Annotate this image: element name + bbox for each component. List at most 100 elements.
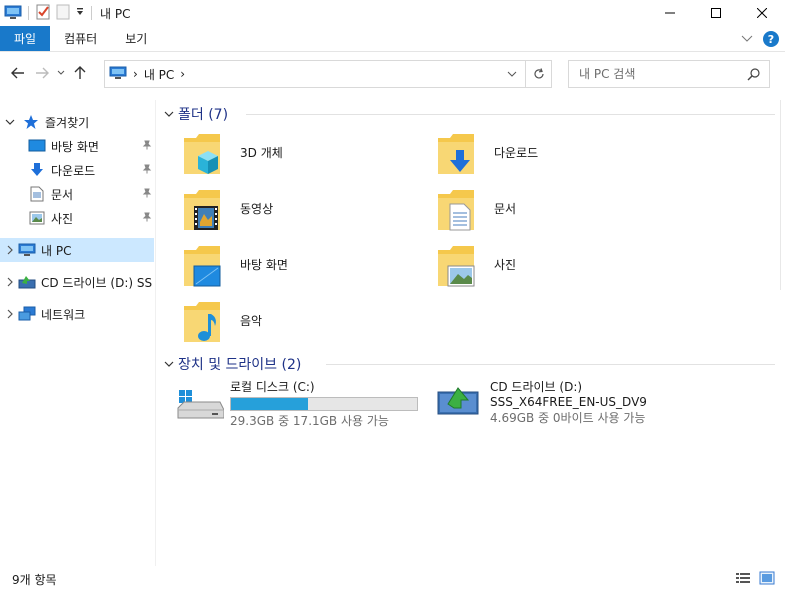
- sidebar-item-network[interactable]: 네트워크: [0, 302, 156, 326]
- back-button[interactable]: [6, 61, 30, 85]
- expand-chevron-icon[interactable]: [2, 277, 18, 287]
- search-box[interactable]: [568, 60, 770, 88]
- downloads-folder-icon: [436, 132, 488, 180]
- pin-icon[interactable]: [142, 187, 152, 201]
- content-pane: 폴더 (7) 3D 개체 다운로드 동영상 문서 바탕 화면 사진 음악 장치 …: [160, 100, 785, 566]
- folder-item[interactable]: 음악: [182, 300, 422, 350]
- folder-item[interactable]: 문서: [436, 188, 676, 238]
- close-icon: [757, 8, 767, 18]
- sidebar-item-documents[interactable]: 문서: [0, 182, 156, 206]
- navigation-bar: › 내 PC ›: [0, 52, 785, 94]
- folder-label: 문서: [494, 202, 517, 216]
- folder-item[interactable]: 사진: [436, 244, 676, 294]
- address-history-button[interactable]: [501, 61, 523, 87]
- chevron-down-icon: [507, 71, 517, 77]
- sidebar-item-downloads[interactable]: 다운로드: [0, 158, 156, 182]
- pin-icon[interactable]: [142, 139, 152, 153]
- folder-item[interactable]: 다운로드: [436, 132, 676, 182]
- cd-drive-icon: [436, 380, 486, 428]
- sidebar-item-label: 내 PC: [41, 243, 72, 258]
- address-bar[interactable]: › 내 PC ›: [104, 60, 552, 88]
- drive-free-space: 29.3GB 중 17.1GB 사용 가능: [230, 414, 389, 428]
- sidebar-item-quick-access[interactable]: 즐겨찾기: [0, 110, 156, 134]
- folder-label: 사진: [494, 258, 517, 272]
- videos-folder-icon: [182, 188, 234, 236]
- drive-item-cd[interactable]: CD 드라이브 (D:) SSS_X64FREE_EN-US_DV9 4.69G…: [436, 380, 736, 434]
- title-bar: 내 PC: [0, 0, 785, 26]
- recent-locations-button[interactable]: [54, 61, 68, 85]
- drive-volume-label: SSS_X64FREE_EN-US_DV9: [490, 395, 647, 409]
- toolbar-divider: [28, 6, 29, 20]
- group-divider: [326, 364, 775, 365]
- network-icon: [18, 306, 36, 322]
- scrollbar-track[interactable]: [780, 100, 785, 290]
- properties-icon[interactable]: [35, 4, 51, 23]
- breadcrumb-separator[interactable]: ›: [180, 67, 185, 81]
- folder-item[interactable]: 3D 개체: [182, 132, 422, 182]
- folder-label: 다운로드: [494, 146, 539, 160]
- details-view-icon: [736, 573, 750, 583]
- tab-file[interactable]: 파일: [0, 26, 51, 51]
- item-count: 9개 항목: [12, 572, 57, 587]
- expand-ribbon-chevron-icon[interactable]: [741, 32, 753, 46]
- forward-button[interactable]: [30, 61, 54, 85]
- breadcrumb-separator[interactable]: ›: [133, 67, 138, 81]
- details-view-button[interactable]: [735, 571, 751, 588]
- breadcrumb-this-pc[interactable]: 내 PC: [144, 66, 174, 83]
- sidebar-item-label: 바탕 화면: [51, 139, 99, 154]
- drive-label: CD 드라이브 (D:): [490, 380, 583, 394]
- sidebar-item-desktop[interactable]: 바탕 화면: [0, 134, 156, 158]
- sidebar-item-pictures[interactable]: 사진: [0, 206, 156, 230]
- large-icons-view-icon: [759, 571, 775, 585]
- drives-group-header[interactable]: 장치 및 드라이브 (2): [160, 352, 775, 376]
- up-button[interactable]: [68, 61, 92, 85]
- maximize-icon: [711, 8, 721, 18]
- collapse-chevron-icon[interactable]: [160, 110, 178, 118]
- sidebar-item-cd-drive[interactable]: CD 드라이브 (D:) SS: [0, 270, 156, 294]
- desktop-folder-icon: [182, 244, 234, 292]
- group-divider: [246, 114, 775, 115]
- chevron-down-icon: [57, 70, 65, 75]
- help-button[interactable]: ?: [763, 31, 779, 47]
- large-icons-view-button[interactable]: [759, 571, 775, 588]
- window-title: 내 PC: [100, 6, 131, 21]
- folders-group-title: 폴더 (7): [178, 107, 229, 123]
- refresh-button[interactable]: [525, 61, 551, 87]
- customize-toolbar-chevron-icon[interactable]: [75, 6, 85, 20]
- search-input[interactable]: [579, 67, 739, 81]
- this-pc-icon: [18, 242, 36, 258]
- drive-label: 로컬 디스크 (C:): [230, 380, 315, 394]
- pin-icon[interactable]: [142, 211, 152, 225]
- expand-chevron-icon[interactable]: [2, 245, 18, 255]
- tab-view[interactable]: 보기: [111, 26, 161, 51]
- documents-folder-icon: [436, 188, 488, 236]
- folders-group-header[interactable]: 폴더 (7): [160, 102, 775, 126]
- drive-item-local-disk[interactable]: 로컬 디스크 (C:) 29.3GB 중 17.1GB 사용 가능: [176, 380, 426, 434]
- drive-free-space: 4.69GB 중 0바이트 사용 가능: [490, 411, 646, 425]
- up-arrow-icon: [74, 66, 86, 79]
- sidebar-item-this-pc[interactable]: 내 PC: [0, 238, 154, 262]
- search-icon[interactable]: [747, 67, 761, 84]
- pin-icon[interactable]: [142, 163, 152, 177]
- folder-item[interactable]: 바탕 화면: [182, 244, 422, 294]
- collapse-chevron-icon[interactable]: [160, 360, 178, 368]
- folder-item[interactable]: 동영상: [182, 188, 422, 238]
- ribbon-tabs: 파일 컴퓨터 보기 ?: [0, 26, 785, 52]
- this-pc-icon[interactable]: [4, 4, 22, 23]
- expand-chevron-icon[interactable]: [2, 309, 18, 319]
- navigation-pane: 즐겨찾기 바탕 화면 다운로드 문서 사진 내 PC CD 드라이브 (D:) …: [0, 100, 156, 566]
- close-button[interactable]: [739, 0, 785, 26]
- tab-computer[interactable]: 컴퓨터: [50, 26, 111, 51]
- star-icon: [22, 114, 40, 130]
- sidebar-item-label: CD 드라이브 (D:) SS: [41, 275, 153, 290]
- sidebar-item-label: 즐겨찾기: [45, 115, 90, 130]
- new-folder-icon[interactable]: [55, 4, 71, 23]
- sidebar-item-label: 다운로드: [51, 163, 96, 178]
- maximize-button[interactable]: [693, 0, 739, 26]
- music-folder-icon: [182, 300, 234, 348]
- collapse-chevron-icon[interactable]: [2, 118, 18, 126]
- documents-icon: [28, 186, 46, 202]
- minimize-button[interactable]: [647, 0, 693, 26]
- pictures-folder-icon: [436, 244, 488, 292]
- sidebar-item-label: 네트워크: [41, 307, 86, 322]
